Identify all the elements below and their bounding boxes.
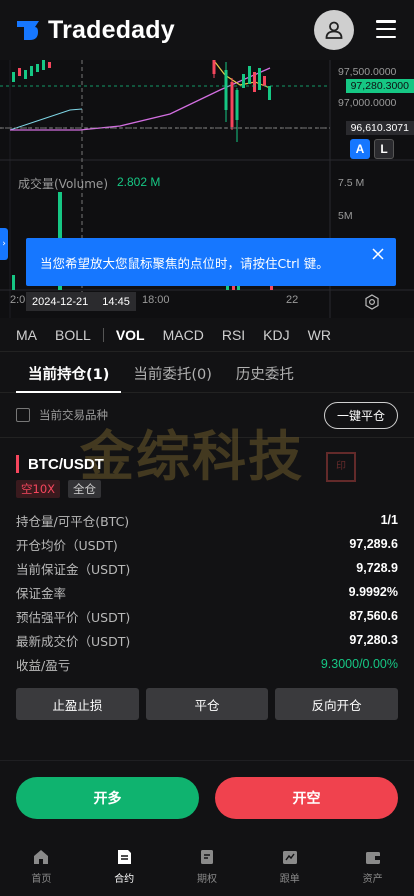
x-tick-label: 18:00 bbox=[142, 294, 170, 306]
price-axis-label: 97,000.0000 bbox=[338, 97, 397, 109]
position-row: 收益/盈亏 9.3000/0.00% bbox=[16, 654, 398, 674]
nav-home[interactable]: 首页 bbox=[0, 840, 83, 896]
toast-text: 当您希望放大您鼠标聚焦的点位时，请按住Ctrl 键。 bbox=[40, 255, 329, 271]
position-row: 最新成交价（USDT) 97,280.3 bbox=[16, 630, 398, 650]
candles-right bbox=[212, 60, 271, 142]
crosshair-time-tag: 2024-12-21 14:45 bbox=[26, 292, 136, 311]
row-value: 9,728.9 bbox=[356, 561, 398, 575]
candles-left bbox=[12, 60, 51, 82]
row-value: 97,280.3 bbox=[349, 633, 398, 647]
pair-name: BTC/USDT bbox=[28, 455, 104, 473]
tp-sl-button[interactable]: 止盈止损 bbox=[16, 688, 139, 720]
pnl-value: 9.3000/0.00% bbox=[320, 657, 398, 671]
short-indicator-bar bbox=[16, 455, 19, 473]
row-value: 1/1 bbox=[380, 513, 398, 527]
nav-assets[interactable]: 资产 bbox=[331, 840, 414, 896]
copy-trade-icon bbox=[282, 851, 297, 864]
volume-axis-label: 7.5 M bbox=[338, 177, 365, 189]
indicator-kdj[interactable]: KDJ bbox=[263, 327, 289, 343]
logo-icon bbox=[16, 18, 40, 42]
chevron-right-icon[interactable]: › bbox=[0, 228, 8, 260]
position-tabs: 当前持仓(1) 当前委托(0) 历史委托 bbox=[0, 355, 414, 393]
seal-stamp: 印 bbox=[326, 452, 356, 482]
row-label: 最新成交价（USDT) bbox=[16, 633, 131, 649]
divider bbox=[0, 760, 414, 761]
row-label: 开仓均价（USDT) bbox=[16, 537, 118, 553]
nav-label: 资产 bbox=[362, 874, 383, 885]
row-label: 收益/盈亏 bbox=[16, 657, 71, 673]
nav-label: 合约 bbox=[114, 874, 135, 885]
position-row: 持仓量/可平仓(BTC) 1/1 bbox=[16, 510, 398, 530]
x-tick-label: 22 bbox=[286, 294, 299, 306]
row-value: 97,289.6 bbox=[349, 537, 398, 551]
current-symbol-checkbox[interactable] bbox=[16, 408, 30, 422]
tab-open-orders[interactable]: 当前委托(0) bbox=[121, 355, 224, 392]
indicator-ma[interactable]: MA bbox=[16, 327, 37, 343]
auto-scale-button[interactable]: A bbox=[350, 139, 370, 159]
contract-icon bbox=[118, 850, 132, 864]
position-actions: 止盈止损 平仓 反向开仓 bbox=[16, 688, 399, 720]
row-label: 持仓量/可平仓(BTC) bbox=[16, 513, 130, 529]
volume-value: 2.802 M bbox=[117, 175, 161, 189]
crosshair-price-tag: 96,610.3071 bbox=[345, 121, 414, 135]
home-icon bbox=[34, 850, 49, 864]
side-leverage-badge: 空10X bbox=[16, 480, 61, 498]
crosshair-date: 2024-12-21 bbox=[32, 295, 89, 308]
volume-axis-label: 5M bbox=[338, 210, 353, 222]
logo[interactable]: Tradedady bbox=[16, 16, 175, 45]
close-all-button[interactable]: 一键平仓 bbox=[324, 402, 398, 429]
close-position-button[interactable]: 平仓 bbox=[145, 688, 269, 720]
indicator-vol[interactable]: VOL bbox=[116, 327, 145, 343]
nav-label: 跟单 bbox=[279, 874, 300, 885]
indicator-rsi[interactable]: RSI bbox=[222, 327, 245, 343]
crosshair-time: 14:45 bbox=[102, 295, 130, 308]
row-label: 保证金率 bbox=[16, 585, 67, 601]
hamburger-menu-icon[interactable] bbox=[376, 20, 396, 38]
close-icon[interactable] bbox=[372, 248, 384, 260]
row-label: 当前保证金（USDT) bbox=[16, 561, 131, 577]
nav-options[interactable]: 期权 bbox=[166, 840, 249, 896]
position-pair: BTC/USDT bbox=[16, 455, 104, 473]
position-row: 当前保证金（USDT) 9,728.9 bbox=[16, 558, 398, 578]
nav-label: 首页 bbox=[31, 874, 52, 885]
indicator-tabs: MA BOLL VOL MACD RSI KDJ WR bbox=[0, 318, 414, 352]
current-price-tag: 97,280.3000 bbox=[345, 79, 414, 93]
trade-buttons: 开多 开空 bbox=[16, 777, 398, 819]
bottom-nav: 首页 合约 期权 跟单 资产 bbox=[0, 840, 414, 896]
nav-copy-trade[interactable]: 跟单 bbox=[248, 840, 331, 896]
margin-mode-badge: 全仓 bbox=[68, 480, 102, 498]
tab-current-positions[interactable]: 当前持仓(1) bbox=[16, 355, 122, 393]
settings-icon[interactable] bbox=[364, 294, 380, 310]
position-badges: 空10X 全仓 bbox=[16, 480, 102, 498]
open-short-button[interactable]: 开空 bbox=[215, 777, 398, 819]
price-chart[interactable]: 97,500.0000 97,280.3000 97,000.0000 96,6… bbox=[0, 60, 414, 318]
row-label: 预估强平价（USDT) bbox=[16, 609, 131, 625]
user-button[interactable] bbox=[314, 10, 354, 50]
log-scale-button[interactable]: L bbox=[374, 139, 394, 159]
price-axis-label: 97,500.0000 bbox=[338, 66, 397, 78]
watermark: 金综科技 bbox=[80, 424, 304, 488]
nav-contract[interactable]: 合约 bbox=[83, 840, 166, 896]
row-value: 9.9992% bbox=[348, 585, 398, 599]
x-tick-label: 2:0 bbox=[10, 294, 26, 306]
app-name: Tradedady bbox=[48, 15, 175, 44]
wallet-icon bbox=[365, 852, 380, 864]
nav-label: 期权 bbox=[196, 874, 217, 885]
tab-order-history[interactable]: 历史委托 bbox=[224, 355, 306, 392]
position-row: 开仓均价（USDT) 97,289.6 bbox=[16, 534, 398, 554]
volume-label: 成交量(Volume) bbox=[18, 177, 108, 191]
row-value: 87,560.6 bbox=[349, 609, 398, 623]
indicator-wr[interactable]: WR bbox=[308, 327, 331, 343]
position-row: 保证金率 9.9992% bbox=[16, 582, 398, 602]
indicator-macd[interactable]: MACD bbox=[163, 327, 204, 343]
user-icon bbox=[325, 21, 343, 39]
app-header: Tradedady bbox=[0, 0, 414, 60]
open-long-button[interactable]: 开多 bbox=[16, 777, 199, 819]
indicator-boll[interactable]: BOLL bbox=[55, 327, 91, 343]
options-icon bbox=[200, 850, 213, 864]
position-row: 预估强平价（USDT) 87,560.6 bbox=[16, 606, 398, 626]
zoom-hint-toast: 当您希望放大您鼠标聚焦的点位时，请按住Ctrl 键。 bbox=[26, 238, 396, 286]
indicator-divider bbox=[102, 327, 104, 342]
reverse-position-button[interactable]: 反向开仓 bbox=[275, 688, 399, 720]
